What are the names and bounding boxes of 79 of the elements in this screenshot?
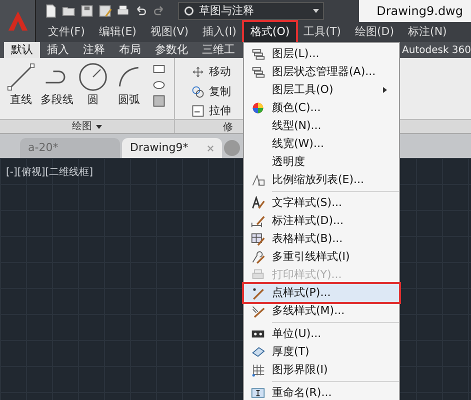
folder-icon bbox=[62, 4, 76, 18]
new-file-icon bbox=[44, 4, 58, 18]
redo-icon bbox=[152, 4, 166, 18]
menu-item[interactable]: 图层(L)... bbox=[244, 45, 399, 63]
menu-item[interactable]: 比例缩放列表(E)... bbox=[244, 171, 399, 189]
line-icon bbox=[6, 62, 36, 92]
panel-title[interactable]: 绘图 bbox=[0, 120, 175, 133]
table-style-icon bbox=[251, 232, 265, 246]
modify-tool-button[interactable]: 复制 bbox=[191, 84, 231, 100]
menu-bar-item[interactable]: 工具(T) bbox=[298, 22, 347, 42]
menu-item[interactable]: 文字样式(S)... bbox=[244, 194, 399, 212]
color-wheel-icon bbox=[251, 101, 265, 115]
ribbon-tab[interactable]: 三维工 bbox=[195, 42, 242, 58]
undo-icon bbox=[134, 4, 148, 18]
menu-item[interactable]: 重命名(R)... bbox=[244, 384, 399, 400]
rename-icon bbox=[251, 386, 265, 400]
point-style-icon bbox=[251, 286, 265, 300]
dimension-style-icon bbox=[251, 214, 265, 228]
hatch-icon bbox=[152, 94, 166, 108]
menu-item[interactable]: 图层状态管理器(A)... bbox=[244, 63, 399, 81]
modify-tool-button[interactable]: 拉伸 bbox=[191, 103, 231, 120]
panel-title: 修 bbox=[223, 121, 233, 133]
rectangle-icon bbox=[152, 62, 166, 76]
layers-icon bbox=[251, 65, 265, 79]
menu-bar-item[interactable]: 视图(V) bbox=[144, 22, 195, 42]
menu-item[interactable]: 多重引线样式(I) bbox=[244, 248, 399, 266]
close-icon[interactable] bbox=[207, 144, 214, 152]
save-as-icon bbox=[98, 4, 112, 18]
menu-item[interactable]: 图层工具(O) bbox=[244, 81, 399, 99]
thickness-icon bbox=[251, 345, 265, 359]
menu-bar-item[interactable]: 标注(N) bbox=[402, 22, 453, 42]
menu-item[interactable]: 图形界限(I) bbox=[244, 361, 399, 379]
ellipse-icon bbox=[152, 78, 166, 92]
app-logo-button[interactable] bbox=[0, 0, 36, 42]
text-style-icon bbox=[251, 196, 265, 210]
menu-bar-item[interactable]: 插入(I) bbox=[196, 22, 242, 42]
document-tab[interactable]: Drawing9* bbox=[122, 138, 222, 158]
save-icon bbox=[80, 4, 94, 18]
ribbon-tab[interactable]: 默认 bbox=[4, 42, 40, 58]
modify-tool-button[interactable]: 移动 bbox=[191, 64, 231, 80]
viewport-label[interactable]: [-][俯视][二维线框] bbox=[6, 167, 94, 178]
draw-tool-button[interactable]: 多段线 bbox=[40, 62, 74, 108]
menu-item[interactable]: 单位(U)... bbox=[244, 325, 399, 343]
menu-item[interactable]: 厚度(T) bbox=[244, 343, 399, 361]
caret-icon bbox=[96, 124, 102, 128]
circle-icon bbox=[78, 62, 108, 92]
stretch-icon bbox=[191, 104, 205, 118]
ribbon-tab[interactable]: 插入 bbox=[40, 42, 76, 58]
ribbon-tab[interactable]: 布局 bbox=[112, 42, 148, 58]
menu-item[interactable]: 表格样式(B)... bbox=[244, 230, 399, 248]
logo-icon bbox=[6, 10, 28, 32]
menu-bar-item[interactable]: 文件(F) bbox=[42, 22, 91, 42]
menu-item[interactable]: 多线样式(M)... bbox=[244, 302, 399, 320]
copy-icon bbox=[191, 84, 205, 99]
scale-list-icon bbox=[251, 173, 265, 187]
draw-tool-button[interactable]: 圆弧 bbox=[112, 62, 146, 108]
printer-icon bbox=[251, 268, 265, 282]
ribbon-tab[interactable]: 参数化 bbox=[148, 42, 195, 58]
menu-item[interactable]: 颜色(C)... bbox=[244, 99, 399, 117]
ribbon-tab[interactable]: Autodesk 360 bbox=[402, 42, 471, 58]
multiline-style-icon bbox=[251, 304, 265, 318]
menu-bar-item[interactable]: 格式(O) bbox=[244, 22, 296, 42]
ribbon-tab[interactable]: 注释 bbox=[76, 42, 112, 58]
workspace-dropdown[interactable]: 草图与注释 bbox=[178, 2, 324, 20]
grid-icon bbox=[251, 363, 265, 377]
menu-item[interactable]: 点样式(P)... bbox=[244, 284, 399, 302]
window-title: Drawing9.dwg bbox=[376, 3, 463, 20]
leader-style-icon bbox=[251, 250, 265, 264]
draw-tool-button[interactable]: 圆 bbox=[76, 62, 110, 108]
menu-bar-item[interactable]: 编辑(E) bbox=[92, 22, 142, 42]
move-icon bbox=[191, 65, 205, 80]
caret-icon bbox=[313, 9, 319, 13]
menu-item[interactable]: 线宽(W)... bbox=[244, 135, 399, 153]
menu-item[interactable]: 线型(N)... bbox=[244, 117, 399, 135]
menu-bar-item[interactable]: 绘图(D) bbox=[348, 22, 400, 42]
layers-icon bbox=[251, 47, 265, 61]
menu-item[interactable]: 标注样式(D)... bbox=[244, 212, 399, 230]
new-tab-button[interactable] bbox=[224, 140, 240, 156]
draw-tool-button[interactable]: 直线 bbox=[4, 62, 38, 108]
